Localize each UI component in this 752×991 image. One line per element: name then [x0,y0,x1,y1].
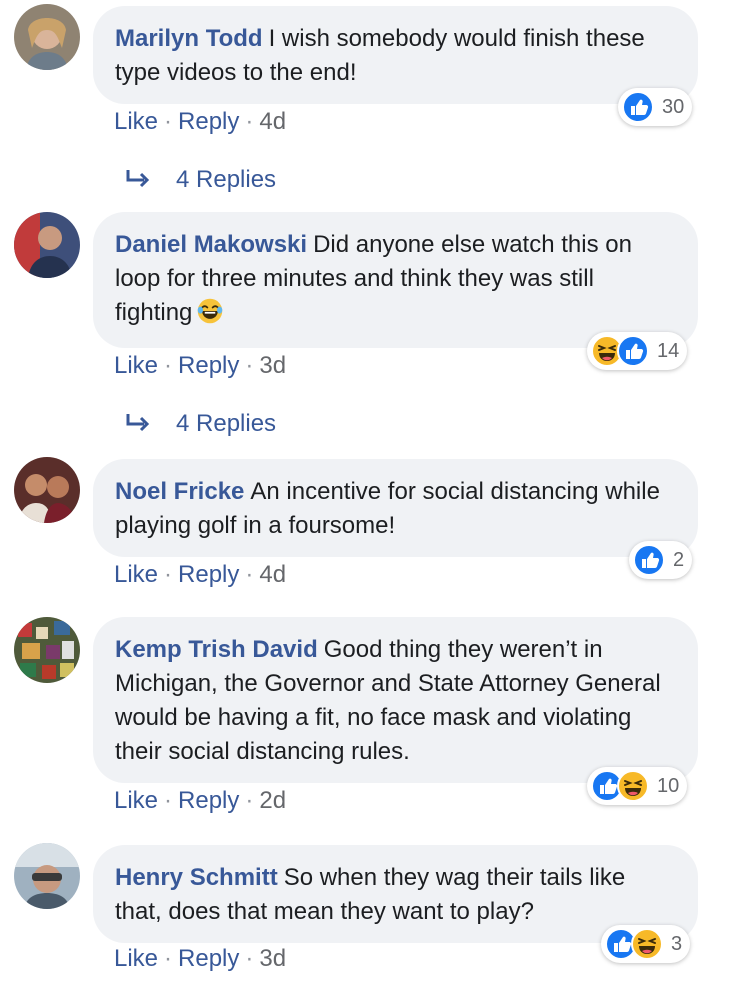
reply-button[interactable]: Reply [178,787,239,814]
reply-button[interactable]: Reply [178,561,239,588]
timestamp[interactable]: 3d [259,352,286,379]
author-name[interactable]: Marilyn Todd [115,25,263,52]
comment-actions: Like · Reply · 4d [114,561,286,589]
reply-arrow-icon [126,414,150,432]
author-name[interactable]: Henry Schmitt [115,864,278,891]
comments-feed: Marilyn Todd I wish somebody would finish… [0,0,752,991]
reaction-count: 10 [657,774,680,797]
like-button[interactable]: Like [114,108,158,135]
reply-button[interactable]: Reply [178,945,239,972]
comment-bubble: Kemp Trish David Good thing they weren’t … [93,617,698,783]
like-button[interactable]: Like [114,561,158,588]
timestamp[interactable]: 4d [259,561,286,588]
reaction-summary[interactable]: 10 [587,767,688,805]
separator: · [245,561,254,588]
reaction-summary[interactable]: 14 [587,332,688,370]
like-icon [617,335,649,367]
reaction-count: 30 [662,95,685,118]
separator: · [164,108,173,135]
timestamp[interactable]: 3d [259,945,286,972]
reply-button[interactable]: Reply [178,108,239,135]
reaction-count: 3 [671,932,683,955]
avatar[interactable] [14,457,80,523]
author-name[interactable]: Kemp Trish David [115,636,318,663]
comment-bubble: Daniel Makowski Did anyone else watch thi… [93,212,698,348]
comment-actions: Like · Reply · 4d [114,108,286,136]
like-icon [622,91,654,123]
reaction-summary[interactable]: 30 [618,88,693,126]
view-replies-link[interactable]: 4 Replies [124,410,276,438]
comment-bubble: Marilyn Todd I wish somebody would finish… [93,6,698,104]
reaction-count: 14 [657,339,680,362]
avatar[interactable] [14,843,80,909]
author-name[interactable]: Daniel Makowski [115,231,307,258]
avatar[interactable] [14,617,80,683]
reaction-summary[interactable]: 3 [601,925,691,963]
timestamp[interactable]: 2d [259,787,286,814]
reply-arrow-icon [126,170,150,188]
reaction-summary[interactable]: 2 [629,541,693,579]
reply-button[interactable]: Reply [178,352,239,379]
comment-bubble: Noel Fricke An incentive for social dista… [93,459,698,557]
replies-label[interactable]: 4 Replies [176,410,276,438]
separator: · [164,945,173,972]
separator: · [245,945,254,972]
avatar[interactable] [14,212,80,278]
author-name[interactable]: Noel Fricke [115,478,244,505]
view-replies-link[interactable]: 4 Replies [124,166,276,194]
replies-label[interactable]: 4 Replies [176,166,276,194]
like-button[interactable]: Like [114,352,158,379]
haha-icon [631,928,663,960]
like-button[interactable]: Like [114,945,158,972]
like-icon [633,544,665,576]
timestamp[interactable]: 4d [259,108,286,135]
separator: · [164,352,173,379]
comment-actions: Like · Reply · 3d [114,352,286,380]
avatar[interactable] [14,4,80,70]
laughing-face-icon [196,297,224,325]
haha-icon [617,770,649,802]
separator: · [245,352,254,379]
like-button[interactable]: Like [114,787,158,814]
comment-actions: Like · Reply · 2d [114,787,286,815]
comment-actions: Like · Reply · 3d [114,945,286,973]
separator: · [245,108,254,135]
separator: · [245,787,254,814]
reaction-count: 2 [673,548,685,571]
separator: · [164,787,173,814]
separator: · [164,561,173,588]
